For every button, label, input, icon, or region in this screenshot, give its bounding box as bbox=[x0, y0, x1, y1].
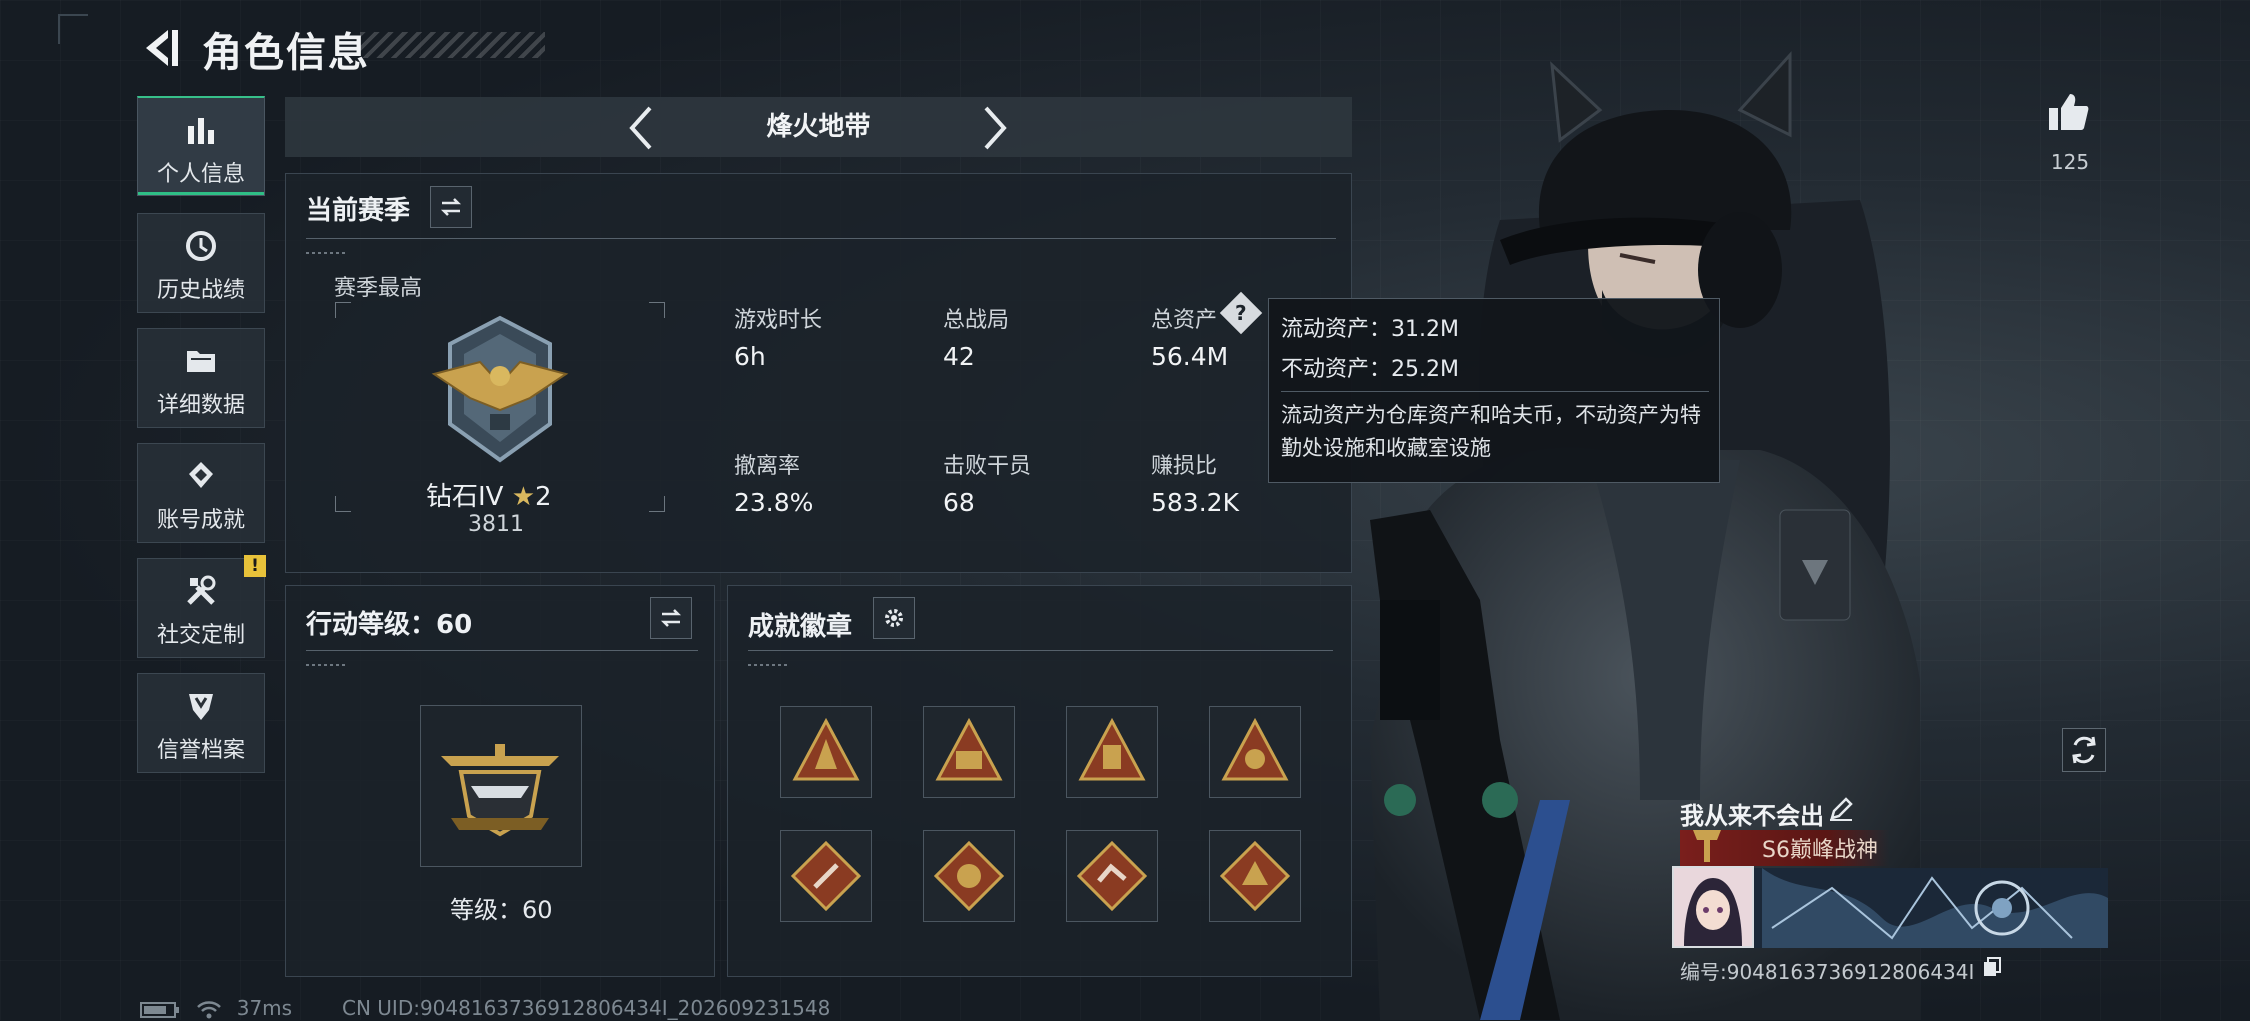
star-icon: ★ bbox=[511, 482, 536, 512]
sidebar-item-profile[interactable]: 个人信息 bbox=[137, 96, 265, 196]
level-emblem-frame bbox=[420, 705, 582, 867]
triangle-badge-icon bbox=[1078, 717, 1146, 781]
history-icon bbox=[186, 231, 216, 261]
sidebar-item-label: 详细数据 bbox=[156, 393, 245, 418]
achievement-badge[interactable] bbox=[780, 830, 872, 922]
sidebar-item-label: 历史战绩 bbox=[156, 278, 245, 303]
panel-divider bbox=[306, 238, 1336, 239]
diamond-badge-icon bbox=[934, 841, 1004, 911]
chevron-right-icon[interactable] bbox=[974, 104, 1014, 152]
diamond-badge-icon bbox=[1220, 841, 1290, 911]
gear-icon bbox=[885, 609, 903, 627]
badge-panel-title: 成就徽章 bbox=[748, 612, 853, 642]
swap-icon bbox=[660, 609, 682, 627]
panel-dots bbox=[748, 664, 788, 666]
season-best-label: 赛季最高 bbox=[334, 276, 423, 301]
badge-settings-button[interactable] bbox=[873, 597, 915, 639]
stat-value: 56.4M bbox=[1151, 342, 1229, 371]
stat-value: 583.2K bbox=[1151, 488, 1239, 517]
achievement-badge[interactable] bbox=[1209, 706, 1301, 798]
diamond-badge-icon bbox=[791, 841, 861, 911]
level-panel-title: 行动等级：60 bbox=[306, 610, 473, 640]
stat-label: 游戏时长 bbox=[734, 308, 823, 333]
sidebar-item-history[interactable]: 历史战绩 bbox=[137, 213, 265, 313]
triangle-badge-icon bbox=[792, 717, 860, 781]
season-panel-title: 当前赛季 bbox=[306, 196, 411, 226]
copy-icon[interactable] bbox=[1982, 956, 2002, 978]
achievement-badge[interactable] bbox=[1209, 830, 1301, 922]
stat-label: 总战局 bbox=[943, 308, 1010, 333]
season-switch-button[interactable] bbox=[430, 186, 472, 228]
stat-value: 6h bbox=[734, 342, 766, 371]
achievement-badge[interactable] bbox=[1066, 830, 1158, 922]
fixed-assets-text: 不动资产：25.2M bbox=[1281, 357, 1459, 382]
avatar[interactable] bbox=[1672, 866, 1754, 948]
achievement-badge[interactable] bbox=[923, 706, 1015, 798]
asset-tooltip: 流动资产：31.2M 不动资产：25.2M 流动资产为仓库资产和哈夫币，不动资产… bbox=[1268, 298, 1720, 483]
rank-tier: 钻石IV bbox=[426, 482, 504, 512]
folder-icon bbox=[187, 351, 215, 372]
rank-emblem-icon bbox=[431, 315, 569, 463]
shield-icon bbox=[189, 694, 213, 720]
refresh-icon bbox=[2072, 736, 2096, 764]
swap-icon bbox=[440, 198, 462, 216]
level-switch-button[interactable] bbox=[650, 597, 692, 639]
sidebar-item-details[interactable]: 详细数据 bbox=[137, 328, 265, 428]
stat-label: 击败干员 bbox=[943, 454, 1032, 479]
panel-divider bbox=[306, 650, 698, 651]
stat-label: 总资产 bbox=[1151, 308, 1218, 333]
triangle-badge-icon bbox=[935, 717, 1003, 781]
level-emblem-icon bbox=[441, 744, 559, 837]
panel-dots bbox=[306, 664, 346, 666]
liquid-assets-text: 流动资产：31.2M bbox=[1281, 317, 1459, 342]
status-bar: 37ms bbox=[140, 996, 292, 1021]
sidebar-item-label: 账号成就 bbox=[156, 508, 245, 533]
page-title: 角色信息 bbox=[202, 30, 370, 76]
player-title-text: S6巅峰战神 bbox=[1762, 838, 1878, 863]
stat-label: 赚损比 bbox=[1151, 454, 1218, 479]
rank-points: 3811 bbox=[468, 512, 524, 537]
sidebar-item-achievements[interactable]: 账号成就 bbox=[137, 443, 265, 543]
warning-badge: ! bbox=[244, 555, 266, 577]
achievement-badge[interactable] bbox=[780, 706, 872, 798]
sidebar-item-reputation[interactable]: 信誉档案 bbox=[137, 673, 265, 773]
ping-text: 37ms bbox=[236, 996, 293, 1020]
level-text: 等级：60 bbox=[450, 896, 553, 924]
wifi-icon bbox=[197, 1000, 222, 1018]
achievement-badge[interactable] bbox=[1066, 706, 1158, 798]
battery-icon bbox=[140, 1001, 179, 1018]
trophy-emblem-icon bbox=[1693, 830, 1721, 862]
rotate-model-button[interactable] bbox=[2062, 728, 2106, 772]
panel-divider bbox=[748, 650, 1333, 651]
title-decoration bbox=[360, 32, 545, 58]
chevron-left-icon[interactable] bbox=[622, 104, 662, 152]
achievement-badge[interactable] bbox=[923, 830, 1015, 922]
stat-value: 68 bbox=[943, 488, 975, 517]
avatar-image bbox=[1674, 868, 1752, 946]
player-uid: 编号:9048163736912806434I bbox=[1680, 960, 1975, 984]
triangle-badge-icon bbox=[1221, 717, 1289, 781]
rank-name: 钻石IV ★2 bbox=[426, 476, 552, 513]
sidebar-item-label: 社交定制 bbox=[156, 623, 245, 648]
stat-value: 23.8% bbox=[734, 488, 814, 517]
edit-pencil-icon[interactable] bbox=[1828, 796, 1854, 822]
frame-corner bbox=[58, 14, 88, 44]
sidebar-item-label: 信誉档案 bbox=[156, 738, 245, 763]
thumbs-up-icon[interactable] bbox=[2046, 90, 2090, 134]
like-count: 125 bbox=[2050, 150, 2090, 174]
diamond-badge-icon bbox=[1077, 841, 1147, 911]
stat-value: 42 bbox=[943, 342, 975, 371]
stat-label: 撤离率 bbox=[734, 454, 801, 479]
tools-icon bbox=[187, 575, 216, 605]
panel-dots bbox=[306, 252, 346, 254]
footer-uid: CN UID:9048163736912806434I_202609231548 bbox=[342, 996, 831, 1020]
rank-stars: 2 bbox=[535, 482, 552, 512]
sidebar-item-label: 个人信息 bbox=[156, 162, 245, 187]
bar-chart-icon bbox=[188, 118, 214, 144]
back-arrow-icon[interactable] bbox=[138, 26, 184, 70]
mode-label: 烽火地带 bbox=[766, 112, 871, 142]
tooltip-description: 流动资产为仓库资产和哈夫币，不动资产为特勤处设施和收藏室设施 bbox=[1281, 403, 1701, 460]
tooltip-divider bbox=[1281, 391, 1709, 392]
achievement-icon bbox=[189, 462, 213, 488]
